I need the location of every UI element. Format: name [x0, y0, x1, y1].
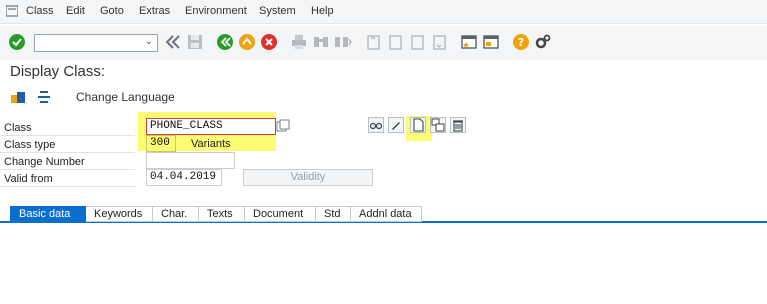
tab-char[interactable]: Char.	[153, 206, 199, 222]
display-button[interactable]	[368, 117, 384, 133]
class-type-value: 300	[150, 137, 170, 149]
hierarchy-icon[interactable]	[36, 90, 52, 104]
previous-page-icon[interactable]	[386, 33, 404, 51]
settings-gear-icon[interactable]	[534, 33, 552, 51]
exit-icon[interactable]	[238, 33, 256, 51]
cancel-icon[interactable]	[260, 33, 278, 51]
valid-from-value: 04.04.2019	[150, 171, 217, 183]
class-value: PHONE_CLASS	[150, 120, 223, 132]
change-number-input[interactable]	[146, 152, 235, 169]
help-icon[interactable]: ?	[512, 33, 530, 51]
change-language-button[interactable]: Change Language	[76, 90, 175, 104]
save-icon[interactable]	[186, 33, 204, 51]
tab-document[interactable]: Document	[245, 206, 316, 222]
class-type-label: Class type	[4, 139, 56, 151]
row-divider	[0, 169, 135, 170]
tab-std[interactable]: Std	[316, 206, 351, 222]
first-page-icon[interactable]	[364, 33, 382, 51]
valid-from-label: Valid from	[4, 173, 53, 185]
class-input[interactable]: PHONE_CLASS	[146, 118, 276, 135]
chevron-down-icon[interactable]: ⌄	[145, 36, 153, 47]
menu-class[interactable]: Class	[26, 5, 54, 17]
menu-goto[interactable]: Goto	[100, 5, 124, 17]
menu-environment[interactable]: Environment	[185, 5, 247, 17]
tab-strip: Basic data Keywords Char. Texts Document…	[10, 206, 422, 222]
print-icon[interactable]	[290, 33, 308, 51]
copy-button[interactable]	[430, 117, 446, 133]
other-class-icon[interactable]	[10, 90, 26, 104]
delete-button[interactable]	[450, 117, 466, 133]
tab-basic-data[interactable]: Basic data	[10, 206, 86, 222]
row-divider	[0, 152, 135, 153]
menu-toggle-icon[interactable]	[6, 5, 18, 17]
page-title: Display Class:	[10, 63, 106, 80]
copy-icon	[431, 118, 445, 132]
menu-edit[interactable]: Edit	[66, 5, 85, 17]
glasses-icon	[369, 122, 383, 130]
svg-text:?: ?	[518, 36, 524, 49]
create-button[interactable]	[410, 117, 426, 133]
class-type-input[interactable]: 300	[146, 135, 176, 152]
back-icon[interactable]	[216, 33, 234, 51]
valid-from-input[interactable]: 04.04.2019	[146, 169, 222, 186]
row-divider	[0, 135, 135, 136]
new-document-icon	[413, 118, 424, 132]
menu-help[interactable]: Help	[311, 5, 334, 17]
tab-keywords[interactable]: Keywords	[86, 206, 153, 222]
class-label: Class	[4, 122, 32, 134]
class-type-description: Variants	[191, 138, 231, 150]
find-next-icon[interactable]	[334, 33, 352, 51]
tab-texts[interactable]: Texts	[199, 206, 245, 222]
generate-shortcut-icon[interactable]	[482, 33, 500, 51]
next-page-icon[interactable]	[408, 33, 426, 51]
command-field[interactable]: ⌄	[34, 34, 158, 52]
pencil-icon	[392, 122, 400, 130]
double-chevron-left-icon[interactable]	[164, 33, 182, 51]
enter-check-icon[interactable]	[8, 33, 26, 51]
change-number-label: Change Number	[4, 156, 85, 168]
matchcode-icon[interactable]	[276, 119, 290, 133]
standard-toolbar: ⌄ ?	[0, 26, 767, 60]
find-icon[interactable]	[312, 33, 330, 51]
validity-button[interactable]: Validity	[243, 169, 373, 186]
change-button[interactable]	[388, 117, 404, 133]
create-session-icon[interactable]	[460, 33, 478, 51]
menu-extras[interactable]: Extras	[139, 5, 170, 17]
trash-icon	[453, 120, 463, 132]
row-divider	[0, 186, 135, 187]
last-page-icon[interactable]	[430, 33, 448, 51]
menu-system[interactable]: System	[259, 5, 296, 17]
tab-addnl-data[interactable]: Addnl data	[351, 206, 422, 222]
menu-bar: Class Edit Goto Extras Environment Syste…	[0, 0, 767, 24]
